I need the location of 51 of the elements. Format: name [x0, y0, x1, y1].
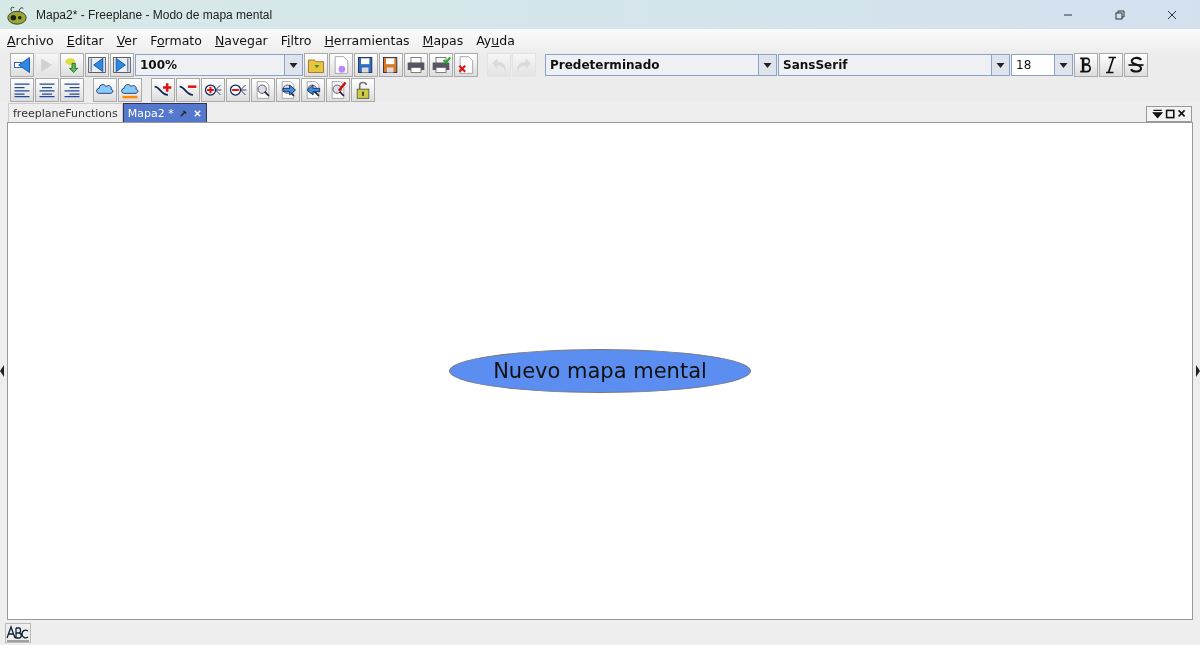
menu-item[interactable]: Formato [143, 33, 208, 48]
close-icon[interactable] [1166, 8, 1178, 21]
map-tab[interactable]: Mapa2 * [122, 103, 207, 122]
align-center-icon[interactable] [35, 77, 59, 102]
printer-check-icon[interactable] [429, 52, 453, 77]
close-page-icon[interactable] [454, 52, 478, 77]
magnifier-pen-icon[interactable] [326, 77, 350, 102]
bold-icon[interactable] [1074, 52, 1098, 77]
last-page-icon[interactable] [110, 52, 134, 77]
close-icon[interactable] [192, 108, 202, 118]
dropdown-field[interactable]: Predeterminado [545, 53, 777, 76]
restore-icon[interactable] [1114, 8, 1126, 21]
map-tab[interactable]: freeplaneFunctions [8, 103, 123, 122]
dropdown-field[interactable]: 100% [135, 53, 303, 76]
menu-item[interactable]: Mapas [415, 33, 470, 48]
dropdown-caret-icon[interactable] [991, 54, 1009, 75]
dropdown-field[interactable]: SansSerif [778, 53, 1010, 76]
dropdown-caret-icon[interactable] [284, 54, 302, 75]
align-right-icon[interactable] [60, 77, 84, 102]
first-page-icon[interactable] [85, 52, 109, 77]
save-as-icon[interactable] [379, 52, 403, 77]
menu-item[interactable]: Navegar [207, 33, 274, 48]
menu-item[interactable]: Herramientas [317, 33, 416, 48]
save-icon[interactable] [354, 52, 378, 77]
right-collapse-arrow-icon[interactable] [1196, 365, 1200, 377]
colored-cloud-icon[interactable] [118, 77, 142, 102]
left-collapse-arrow-icon[interactable] [0, 365, 4, 377]
menu-item[interactable]: Archivo [0, 33, 60, 48]
strikethrough-icon[interactable] [1124, 52, 1148, 77]
menu-item[interactable]: Editar [59, 33, 110, 48]
menu-item[interactable]: Ver [109, 33, 144, 48]
add-node-icon[interactable] [201, 77, 225, 102]
add-curve-icon[interactable] [151, 77, 175, 102]
tab-window-controls[interactable] [1146, 106, 1192, 122]
dropdown-caret-icon[interactable] [1054, 54, 1072, 75]
remove-curve-icon[interactable] [176, 77, 200, 102]
window-title: Mapa2* - Freeplane - Modo de mapa mental [36, 7, 273, 22]
pin-icon[interactable] [178, 108, 188, 118]
menu-item[interactable]: Ayuda [469, 33, 521, 48]
padlock-icon[interactable] [351, 77, 375, 102]
italic-icon[interactable] [1099, 52, 1123, 77]
root-node[interactable]: Nuevo mapa mental [449, 349, 751, 393]
dropdown-caret-icon[interactable] [758, 54, 776, 75]
dropdown-field[interactable]: 18 [1011, 53, 1073, 76]
cloud-icon[interactable] [93, 77, 117, 102]
align-left-icon[interactable] [10, 77, 34, 102]
folder-icon[interactable] [304, 52, 328, 77]
text-abc-icon[interactable] [5, 622, 31, 643]
menu-item[interactable]: Filtro [273, 33, 318, 48]
remove-node-icon[interactable] [226, 77, 250, 102]
printer-icon[interactable] [404, 52, 428, 77]
